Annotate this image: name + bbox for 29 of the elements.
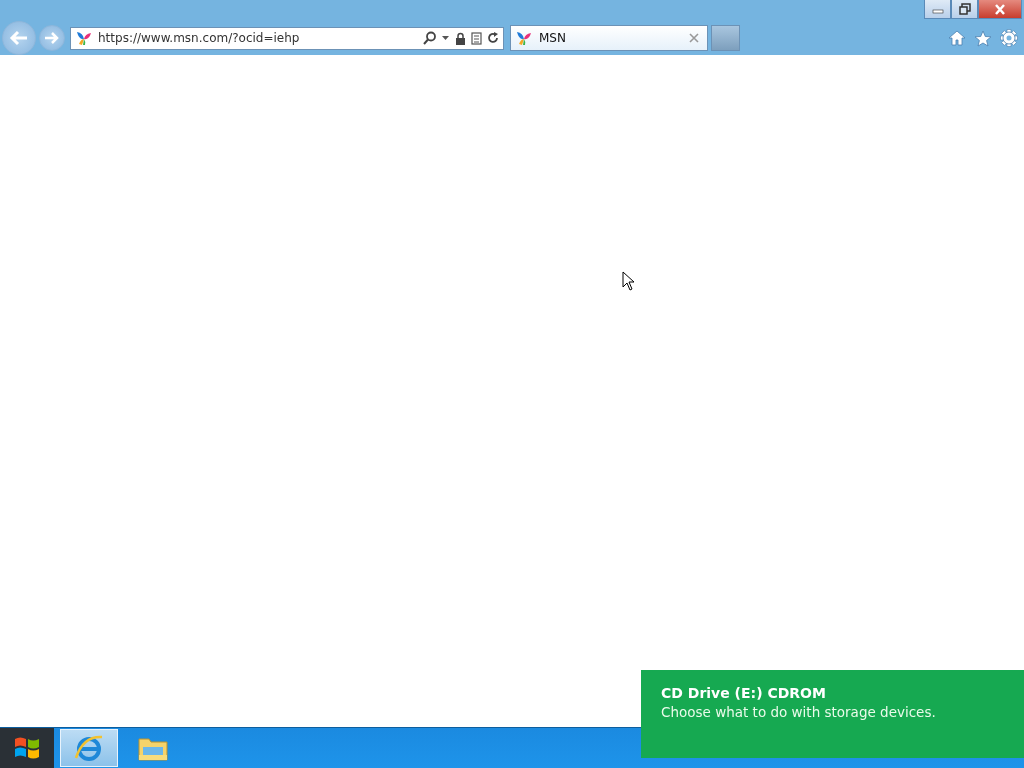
- forward-arrow-icon: [44, 31, 60, 45]
- home-icon[interactable]: [948, 30, 966, 46]
- url-text: https://www.msn.com/?ocid=iehp: [98, 31, 301, 45]
- windows-logo-icon: [13, 735, 41, 761]
- back-button[interactable]: [2, 21, 36, 55]
- new-tab-button[interactable]: [711, 25, 740, 51]
- document-icon[interactable]: [471, 31, 482, 45]
- settings-icon[interactable]: [1000, 29, 1018, 47]
- restore-button[interactable]: [951, 0, 978, 19]
- butterfly-icon: [515, 30, 533, 46]
- notification-message: Choose what to do with storage devices.: [661, 704, 937, 720]
- mouse-cursor-icon: [622, 271, 636, 291]
- star-icon[interactable]: [974, 29, 992, 47]
- taskbar-button[interactable]: [60, 729, 118, 767]
- close-icon: [994, 3, 1006, 15]
- notification-title: CD Drive (E:) CDROM: [661, 685, 827, 701]
- close-tab-icon[interactable]: [689, 33, 699, 43]
- refresh-icon[interactable]: [487, 32, 499, 44]
- address-field[interactable]: https://www.msn.com/?ocid=iehp: [70, 26, 504, 50]
- forward-button[interactable]: [39, 25, 65, 51]
- browser-tab[interactable]: MSN: [510, 25, 708, 51]
- search-icon[interactable]: [423, 31, 437, 45]
- lock-icon[interactable]: [455, 31, 466, 45]
- back-arrow-icon: [9, 30, 29, 46]
- close-button[interactable]: [978, 0, 1022, 19]
- butterfly-icon: [75, 30, 93, 46]
- restore-icon: [958, 3, 971, 15]
- start-button[interactable]: [0, 728, 54, 768]
- dropdown-caret-icon[interactable]: [442, 35, 450, 41]
